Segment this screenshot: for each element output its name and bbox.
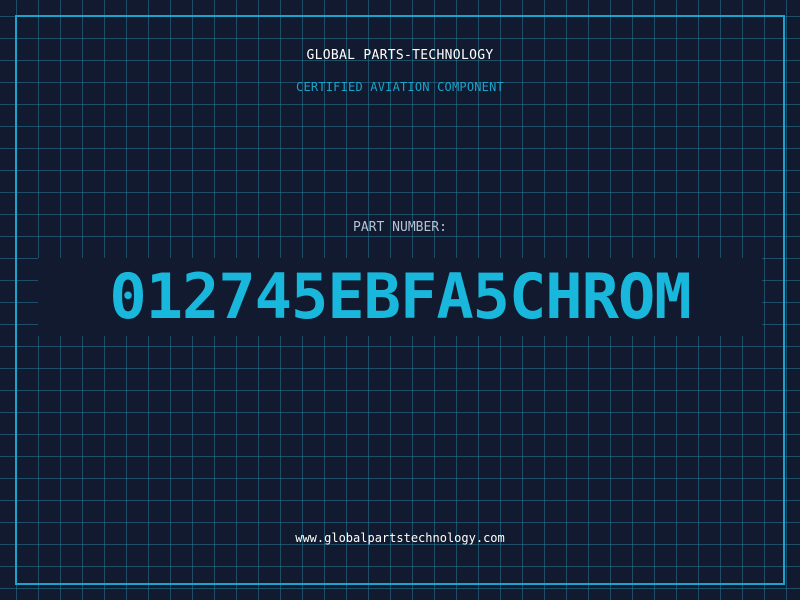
company-name: GLOBAL PARTS-TECHNOLOGY	[306, 48, 494, 63]
part-number-label: PART NUMBER:	[353, 220, 447, 235]
tagline: CERTIFIED AVIATION COMPONENT	[296, 80, 504, 94]
part-number-value: 012745EBFA5CHROM	[109, 260, 691, 333]
part-number-panel: 012745EBFA5CHROM	[38, 258, 762, 336]
website-url: www.globalpartstechnology.com	[295, 531, 505, 545]
